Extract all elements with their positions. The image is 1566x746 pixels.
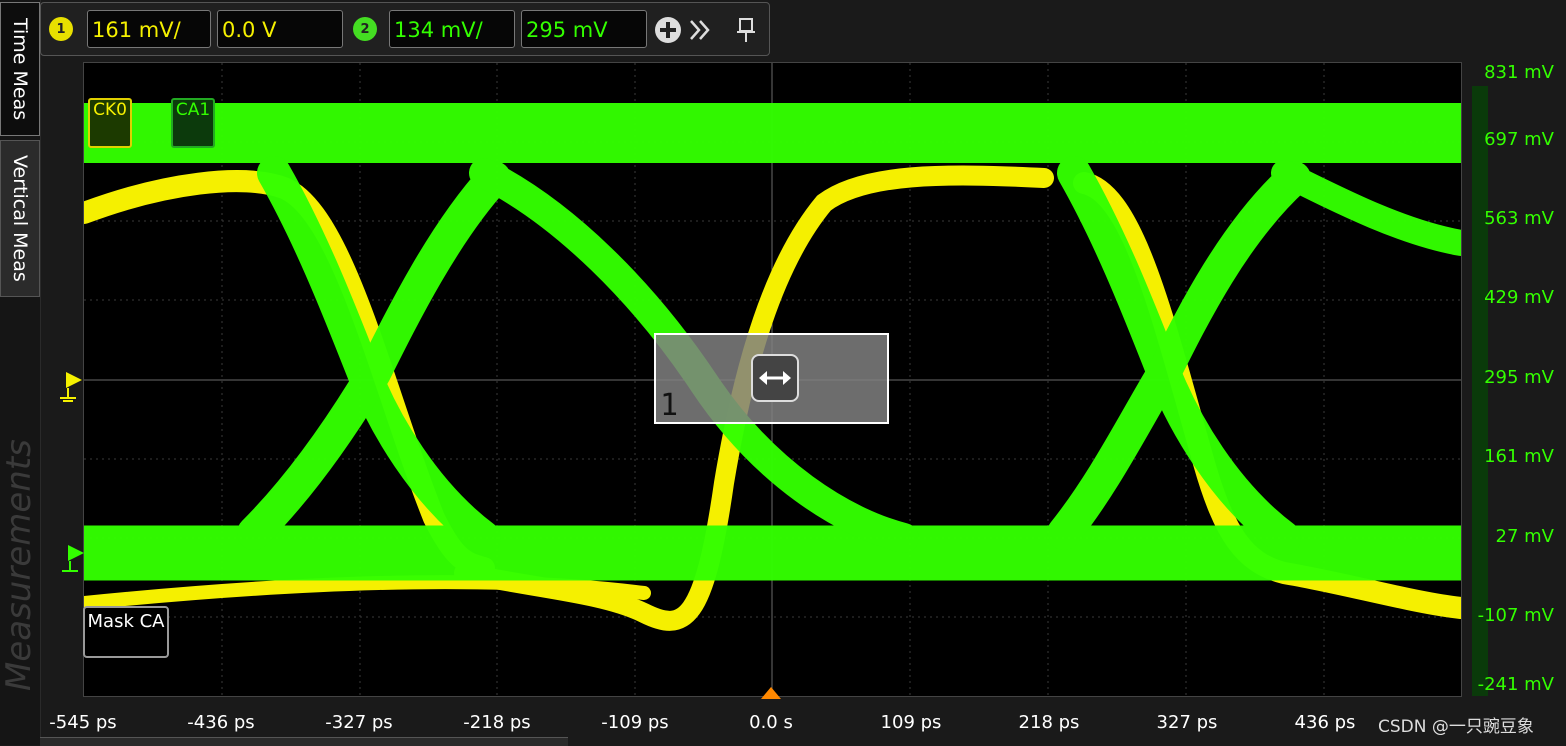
ch2-offset-field[interactable]: 295 mV bbox=[521, 10, 647, 48]
x-axis-label: -545 ps bbox=[49, 712, 117, 733]
tab-vertical-meas-label: Vertical Meas bbox=[9, 155, 31, 282]
channel-toolbar: 1 161 mV/ 0.0 V 2 134 mV/ 295 mV bbox=[40, 2, 770, 56]
tab-vertical-meas[interactable]: Vertical Meas bbox=[0, 140, 40, 297]
ch1-scale-field[interactable]: 161 mV/ bbox=[87, 10, 211, 48]
y-axis-label: 697 mV bbox=[1484, 129, 1554, 150]
pin-icon[interactable] bbox=[731, 15, 761, 45]
mask-ca-button[interactable]: Mask CA bbox=[83, 606, 169, 658]
x-axis-label: 218 ps bbox=[1018, 712, 1080, 733]
trigger-position-marker[interactable] bbox=[761, 684, 781, 703]
x-axis-label: -436 ps bbox=[187, 712, 255, 733]
y-axis-label: 295 mV bbox=[1484, 367, 1554, 388]
x-axis-label: 0.0 s bbox=[749, 712, 793, 733]
y-axis-label: 563 mV bbox=[1484, 208, 1554, 229]
x-axis-label: -327 ps bbox=[325, 712, 393, 733]
x-axis-label: -109 ps bbox=[601, 712, 669, 733]
double-chevron-right-icon[interactable] bbox=[685, 15, 715, 45]
channel-1-badge[interactable]: 1 bbox=[49, 17, 73, 41]
y-axis-label: 831 mV bbox=[1484, 62, 1554, 83]
tab-time-meas[interactable]: Time Meas bbox=[0, 2, 40, 136]
ck0-channel-tag[interactable]: CK0 bbox=[88, 98, 132, 148]
x-axis-label: 436 ps bbox=[1294, 712, 1356, 733]
y-axis-label: 429 mV bbox=[1484, 287, 1554, 308]
measurements-panel-label: Measurements bbox=[0, 439, 39, 691]
tab-time-meas-label: Time Meas bbox=[9, 17, 31, 121]
side-tab-panel: Time Meas Vertical Meas Measurements bbox=[0, 0, 41, 745]
ch2-scale-field[interactable]: 134 mV/ bbox=[389, 10, 515, 48]
x-axis-label: -218 ps bbox=[463, 712, 531, 733]
y-axis-label: 161 mV bbox=[1484, 446, 1554, 467]
channel-2-badge[interactable]: 2 bbox=[353, 17, 377, 41]
y-axis-label: -241 mV bbox=[1477, 674, 1554, 695]
mask-region-number: 1 bbox=[660, 388, 679, 423]
x-axis-label: 109 ps bbox=[880, 712, 942, 733]
y-axis-label: 27 mV bbox=[1495, 526, 1554, 547]
watermark: CSDN @一只豌豆象 bbox=[1378, 717, 1534, 737]
horizontal-drag-icon[interactable] bbox=[751, 354, 799, 402]
y-axis-label: -107 mV bbox=[1477, 605, 1554, 626]
plus-circle-icon[interactable] bbox=[653, 15, 683, 45]
trigger-level-marker[interactable] bbox=[56, 370, 82, 408]
ch1-offset-field[interactable]: 0.0 V bbox=[217, 10, 343, 48]
x-axis-label: 327 ps bbox=[1156, 712, 1218, 733]
ca1-channel-tag[interactable]: CA1 bbox=[171, 98, 215, 148]
channel-2-ground-marker[interactable] bbox=[58, 543, 84, 581]
